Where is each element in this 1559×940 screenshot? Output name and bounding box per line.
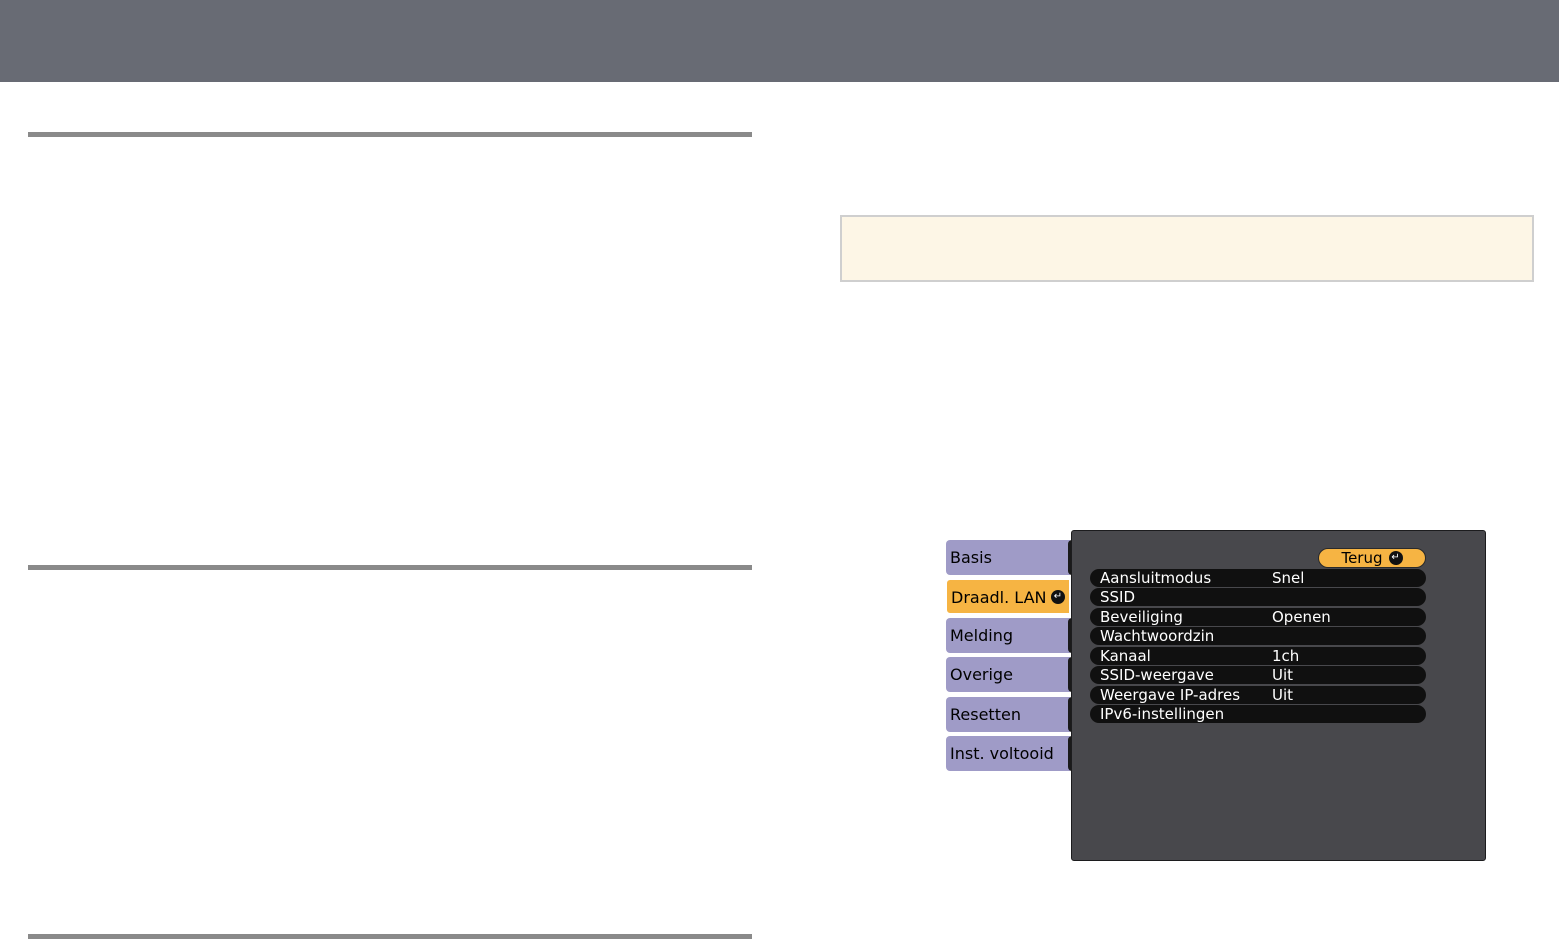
manual-page: Basis Draadl. LAN ↵ Melding Overige Rese… <box>0 0 1559 940</box>
menu-tab-resetten[interactable]: Resetten <box>946 697 1076 732</box>
setting-row-ssid[interactable]: SSID <box>1090 588 1426 606</box>
menu-tab-label: Overige <box>950 665 1013 684</box>
enter-icon: ↵ <box>1388 550 1403 565</box>
top-banner <box>0 0 1559 82</box>
setting-label: Kanaal <box>1100 647 1151 665</box>
setting-label: SSID <box>1100 588 1136 606</box>
setting-label: SSID-weergave <box>1100 666 1214 684</box>
setting-row-aansluitmodus[interactable]: Aansluitmodus Snel <box>1090 569 1426 587</box>
setting-label: IPv6-instellingen <box>1100 705 1225 723</box>
setting-label: Wachtwoordzin <box>1100 627 1215 645</box>
menu-tab-label: Inst. voltooid <box>950 744 1054 763</box>
setting-row-ipv6-instellingen[interactable]: IPv6-instellingen <box>1090 705 1426 723</box>
setting-row-beveiliging[interactable]: Beveiliging Openen <box>1090 608 1426 626</box>
setting-row-ssid-weergave[interactable]: SSID-weergave Uit <box>1090 666 1426 684</box>
setting-value: Openen <box>1272 608 1331 626</box>
menu-tab-overige[interactable]: Overige <box>946 657 1076 692</box>
setting-row-weergave-ip-adres[interactable]: Weergave IP-adres Uit <box>1090 686 1426 704</box>
setting-value: Uit <box>1272 686 1294 704</box>
menu-tab-label: Resetten <box>950 705 1021 724</box>
setting-label: Aansluitmodus <box>1100 569 1212 587</box>
setting-value: Uit <box>1272 666 1294 684</box>
note-box <box>840 215 1534 282</box>
section-divider <box>28 565 752 570</box>
setting-row-wachtwoordzin[interactable]: Wachtwoordzin <box>1090 627 1426 645</box>
menu-tab-label: Basis <box>950 548 992 567</box>
section-divider <box>28 132 752 137</box>
menu-tab-inst-voltooid[interactable]: Inst. voltooid <box>946 736 1076 771</box>
projector-menu-screenshot: Basis Draadl. LAN ↵ Melding Overige Rese… <box>945 530 1490 865</box>
menu-tab-basis[interactable]: Basis <box>946 540 1076 575</box>
setting-row-kanaal[interactable]: Kanaal 1ch <box>1090 647 1426 665</box>
section-divider <box>28 934 752 939</box>
back-button-label: Terug <box>1341 549 1383 567</box>
menu-tab-draadl-lan[interactable]: Draadl. LAN ↵ <box>946 579 1070 614</box>
settings-panel: Terug ↵ Aansluitmodus Snel SSID Beveiligi… <box>1071 530 1486 861</box>
enter-icon: ↵ <box>1051 590 1065 604</box>
setting-label: Beveiliging <box>1100 608 1183 626</box>
setting-value: Snel <box>1272 569 1305 587</box>
menu-tab-label: Draadl. LAN <box>951 588 1047 607</box>
setting-value: 1ch <box>1272 647 1300 665</box>
menu-tab-melding[interactable]: Melding <box>946 618 1076 653</box>
menu-tab-label: Melding <box>950 626 1013 645</box>
back-button[interactable]: Terug ↵ <box>1318 548 1426 568</box>
setting-label: Weergave IP-adres <box>1100 686 1241 704</box>
